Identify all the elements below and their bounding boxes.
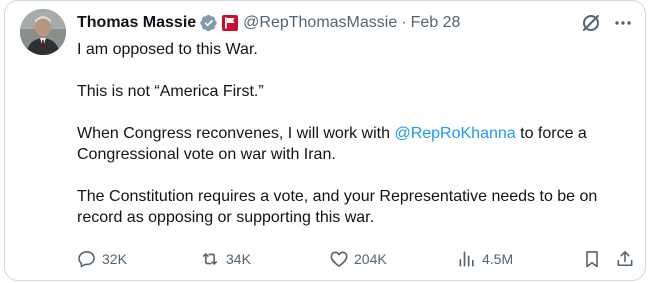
top-icons xyxy=(581,13,633,38)
tweet-text: I am opposed to this War. This is not “A… xyxy=(77,39,637,249)
tweet-paragraph: When Congress reconvenes, I will work wi… xyxy=(77,123,637,165)
tweet-card: Thomas Massie @RepThomasMassie · Feb 28 xyxy=(4,0,646,281)
views-count: 4.5M xyxy=(482,251,514,267)
verified-badge-icon xyxy=(200,14,218,32)
tweet-paragraph: The Constitution requires a vote, and yo… xyxy=(77,188,598,226)
reply-button[interactable]: 32K xyxy=(77,249,127,269)
more-icon[interactable] xyxy=(613,13,633,38)
tweet-text-segment: When Congress reconvenes, I will work wi… xyxy=(77,125,395,142)
separator-dot: · xyxy=(401,14,407,31)
author-name[interactable]: Thomas Massie xyxy=(77,14,196,32)
tweet-date[interactable]: Feb 28 xyxy=(411,14,461,32)
views-icon xyxy=(459,251,474,267)
share-icon xyxy=(617,251,633,267)
bookmark-button[interactable] xyxy=(582,249,602,269)
reply-count: 32K xyxy=(102,251,127,267)
tweet-header: Thomas Massie @RepThomasMassie · Feb 28 xyxy=(77,12,460,34)
grok-icon[interactable] xyxy=(581,13,601,38)
mention-link[interactable]: @RepRoKhanna xyxy=(394,125,515,142)
like-button[interactable]: 204K xyxy=(329,249,387,269)
action-bar: 32K 34K 204K 4.5M xyxy=(77,249,637,271)
avatar[interactable] xyxy=(20,9,66,55)
tweet-paragraph: I am opposed to this War. xyxy=(77,41,258,58)
repost-count: 34K xyxy=(226,251,251,267)
views-button[interactable]: 4.5M xyxy=(457,249,513,269)
repost-button[interactable]: 34K xyxy=(199,249,251,269)
reply-icon xyxy=(78,251,95,268)
tweet-paragraph: This is not “America First.” xyxy=(77,83,264,100)
share-button[interactable] xyxy=(615,249,635,269)
bookmark-icon xyxy=(586,251,598,268)
government-flag-icon xyxy=(222,15,239,31)
like-count: 204K xyxy=(354,251,387,267)
like-icon xyxy=(330,251,348,267)
author-handle[interactable]: @RepThomasMassie xyxy=(243,14,397,32)
repost-icon xyxy=(202,253,218,265)
avatar-photo xyxy=(20,9,66,55)
